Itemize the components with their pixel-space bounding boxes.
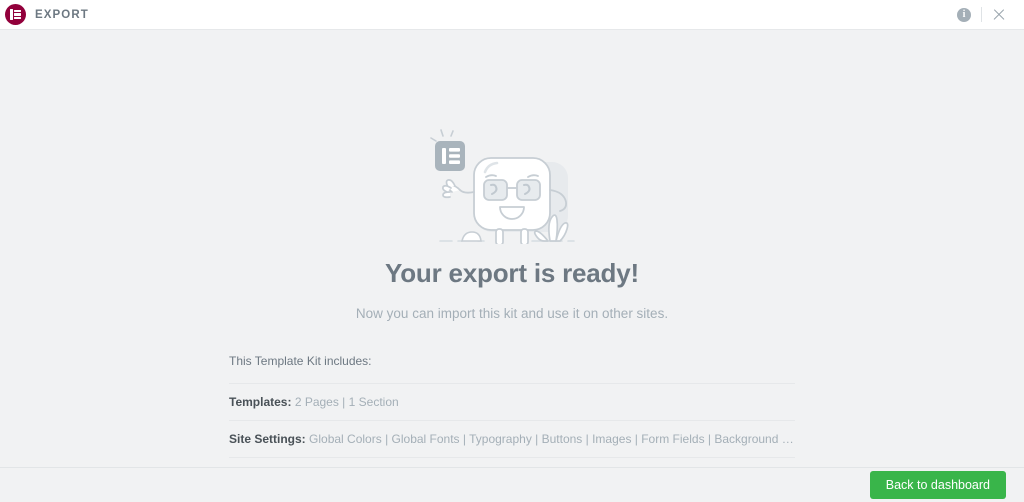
app-header: EXPORT i: [0, 0, 1024, 30]
table-row: Content: 21 Posts | 1 Page: [229, 457, 795, 467]
table-row: Templates: 2 Pages | 1 Section: [229, 383, 795, 420]
close-icon: [992, 8, 1006, 22]
elementor-logo-icon: [5, 4, 26, 25]
row-label-site-settings: Site Settings:: [229, 432, 306, 446]
headline: Your export is ready!: [385, 258, 639, 289]
row-label-templates: Templates:: [229, 395, 291, 409]
export-ready-screen: EXPORT i: [0, 0, 1024, 502]
page-title: EXPORT: [35, 9, 89, 21]
elementor-mascot-illustration: [422, 128, 602, 244]
table-row: Site Settings: Global Colors | Global Fo…: [229, 420, 795, 457]
brand: EXPORT: [5, 4, 89, 25]
kit-info-panel: This Template Kit includes: Templates: 2…: [229, 354, 795, 467]
main-content: Your export is ready! Now you can import…: [0, 30, 1024, 467]
subline: Now you can import this kit and use it o…: [356, 306, 668, 321]
close-button[interactable]: [984, 0, 1014, 30]
header-divider: [981, 7, 982, 22]
row-value-templates: 2 Pages | 1 Section: [295, 395, 399, 409]
back-to-dashboard-button[interactable]: Back to dashboard: [870, 471, 1006, 499]
footer-bar: Back to dashboard: [0, 467, 1024, 502]
info-icon: i: [957, 8, 971, 22]
header-actions: i: [949, 0, 1014, 30]
info-button[interactable]: i: [949, 0, 979, 30]
kit-info-title: This Template Kit includes:: [229, 354, 795, 383]
row-value-site-settings: Global Colors | Global Fonts | Typograph…: [309, 432, 795, 446]
